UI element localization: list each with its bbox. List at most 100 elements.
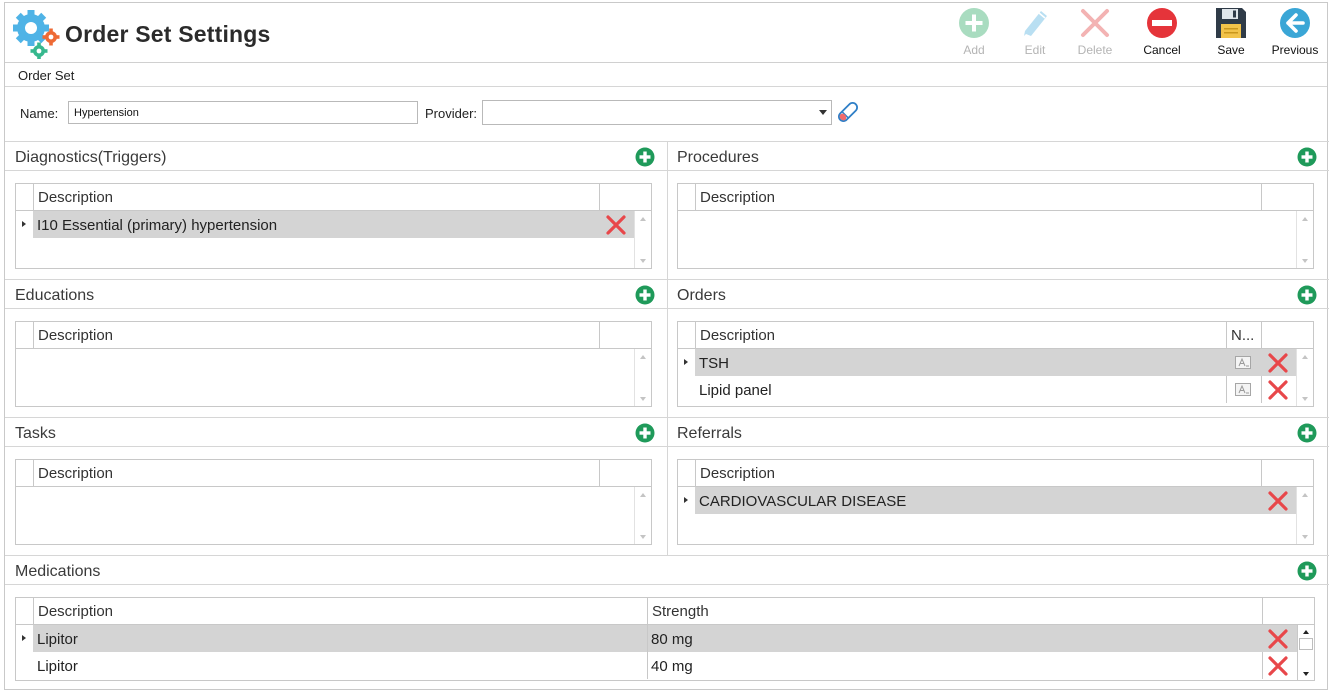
add-button[interactable]: Add <box>946 7 1002 61</box>
table-row[interactable]: CARDIOVASCULAR DISEASE <box>678 487 1313 514</box>
name-label: Name: <box>20 106 59 121</box>
col-actions <box>1261 322 1297 349</box>
header-bar: Order Set Settings Add Edit Delete Cance… <box>5 3 1327 63</box>
delete-button-label: Delete <box>1077 43 1113 57</box>
table-row[interactable]: Lipitor 40 mg <box>16 652 1314 679</box>
orders-panel: Orders Description N... TSH Lipid panel <box>667 279 1329 417</box>
vertical-scrollbar[interactable] <box>634 349 651 406</box>
col-description[interactable]: Description <box>33 598 647 625</box>
note-icon[interactable] <box>1235 356 1251 369</box>
diagnostics-grid: Description I10 Essential (primary) hype… <box>15 183 652 269</box>
table-row[interactable]: Lipid panel <box>678 376 1313 403</box>
row-indicator-icon <box>684 359 688 365</box>
medications-header: Medications <box>5 555 1329 585</box>
pencil-icon <box>1024 11 1047 36</box>
add-referral-plus-icon[interactable] <box>1297 423 1317 443</box>
row-strength: 40 mg <box>651 658 693 675</box>
grid-header: Description Strength <box>16 598 1314 625</box>
educations-title: Educations <box>15 287 95 304</box>
delete-row-x-icon[interactable] <box>1267 352 1289 374</box>
col-description[interactable]: Description <box>695 184 1261 211</box>
scroll-down-icon[interactable] <box>1302 535 1308 539</box>
eraser-icon[interactable] <box>835 99 861 125</box>
scroll-up-icon[interactable] <box>1302 493 1308 497</box>
table-row[interactable]: TSH <box>678 349 1313 376</box>
table-row[interactable]: Lipitor 80 mg <box>16 625 1314 652</box>
col-description[interactable]: Description <box>33 460 599 487</box>
delete-row-x-icon[interactable] <box>1267 490 1289 512</box>
col-description[interactable]: Description <box>695 460 1261 487</box>
note-icon[interactable] <box>1235 383 1251 396</box>
scroll-down-icon[interactable] <box>1303 672 1309 676</box>
diagnostics-title: Diagnostics(Triggers) <box>15 149 167 166</box>
table-row[interactable]: I10 Essential (primary) hypertension <box>16 211 651 238</box>
row-indicator-icon <box>684 497 688 503</box>
scroll-up-icon[interactable] <box>640 217 646 221</box>
vertical-scrollbar[interactable] <box>1296 487 1313 544</box>
add-task-plus-icon[interactable] <box>635 423 655 443</box>
delete-row-x-icon[interactable] <box>1267 655 1289 677</box>
procedures-header: Procedures <box>667 141 1329 171</box>
col-description[interactable]: Description <box>33 322 599 349</box>
row-strength: 80 mg <box>651 631 693 648</box>
provider-select[interactable] <box>482 100 832 125</box>
tasks-panel: Tasks Description <box>5 417 667 555</box>
plus-circle-icon <box>959 8 989 38</box>
educations-header: Educations <box>5 279 667 309</box>
add-education-plus-icon[interactable] <box>635 285 655 305</box>
add-medication-plus-icon[interactable] <box>1297 561 1317 581</box>
scroll-down-icon[interactable] <box>1302 397 1308 401</box>
scroll-down-icon[interactable] <box>640 259 646 263</box>
vertical-scrollbar[interactable] <box>634 211 651 268</box>
col-strength[interactable]: Strength <box>647 598 1262 625</box>
add-order-plus-icon[interactable] <box>1297 285 1317 305</box>
add-diagnostic-plus-icon[interactable] <box>635 147 655 167</box>
save-button[interactable]: Save <box>1203 7 1259 61</box>
delete-button[interactable]: Delete <box>1067 7 1123 61</box>
previous-button[interactable]: Previous <box>1267 7 1323 61</box>
vertical-scrollbar[interactable] <box>634 487 651 544</box>
scroll-up-icon[interactable] <box>1302 217 1308 221</box>
grid-header: Description <box>678 460 1313 487</box>
grid-header: Description N... <box>678 322 1313 349</box>
referrals-grid: Description CARDIOVASCULAR DISEASE <box>677 459 1314 545</box>
tasks-header: Tasks <box>5 417 667 447</box>
add-button-label: Add <box>963 43 985 57</box>
scroll-down-icon[interactable] <box>640 397 646 401</box>
col-description[interactable]: Description <box>33 184 599 211</box>
column-divider <box>667 141 668 555</box>
vertical-scrollbar[interactable] <box>1296 349 1313 406</box>
delete-row-x-icon[interactable] <box>1267 628 1289 650</box>
edit-button[interactable]: Edit <box>1007 7 1063 61</box>
arrow-left-circle-icon <box>1280 8 1310 38</box>
scroll-up-icon[interactable] <box>640 355 646 359</box>
delete-row-x-icon[interactable] <box>605 214 627 236</box>
scroll-up-icon[interactable] <box>1303 630 1309 634</box>
educations-panel: Educations Description <box>5 279 667 417</box>
medications-panel: Medications Description Strength Lipitor… <box>5 555 1329 691</box>
x-icon <box>1081 9 1109 37</box>
grid-header: Description <box>16 184 651 211</box>
orders-header: Orders <box>667 279 1329 309</box>
delete-row-x-icon[interactable] <box>1267 379 1289 401</box>
vertical-scrollbar[interactable] <box>1297 625 1314 680</box>
scroll-up-icon[interactable] <box>640 493 646 497</box>
referrals-title: Referrals <box>677 425 742 442</box>
scroll-down-icon[interactable] <box>640 535 646 539</box>
cancel-button-label: Cancel <box>1143 43 1181 57</box>
referrals-panel: Referrals Description CARDIOVASCULAR DIS… <box>667 417 1329 555</box>
procedures-panel: Procedures Description <box>667 141 1329 279</box>
col-description[interactable]: Description <box>695 322 1226 349</box>
cancel-button[interactable]: Cancel <box>1134 7 1190 61</box>
orders-grid: Description N... TSH Lipid panel <box>677 321 1314 407</box>
scroll-down-icon[interactable] <box>1302 259 1308 263</box>
gears-icon <box>13 10 60 59</box>
scrollbar-thumb[interactable] <box>1299 638 1313 650</box>
vertical-scrollbar[interactable] <box>1296 211 1313 268</box>
add-procedure-plus-icon[interactable] <box>1297 147 1317 167</box>
name-input[interactable] <box>68 101 418 124</box>
scroll-up-icon[interactable] <box>1302 355 1308 359</box>
row-indicator-header <box>678 184 695 211</box>
col-note[interactable]: N... <box>1226 322 1261 349</box>
row-description: Lipid panel <box>699 382 772 399</box>
